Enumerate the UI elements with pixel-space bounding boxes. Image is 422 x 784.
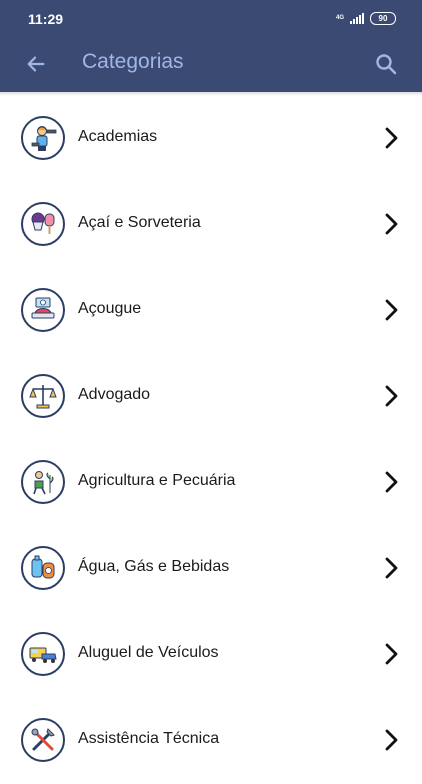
category-label: Advogado	[78, 386, 151, 403]
category-item[interactable]: Assistência Técnica	[0, 698, 422, 784]
app-bar: Categorias	[0, 36, 422, 92]
chevron-right-icon	[385, 643, 398, 665]
search-icon	[376, 54, 397, 75]
category-item[interactable]: Água, Gás e Bebidas	[0, 526, 422, 612]
status-time: 11:29	[28, 11, 64, 27]
gym-trainer-icon	[21, 116, 65, 160]
battery-icon: 90	[370, 11, 396, 25]
category-label: Agricultura e Pecuária	[78, 472, 236, 489]
tools-icon	[21, 718, 65, 762]
category-item[interactable]: Advogado	[0, 354, 422, 440]
category-label: Aluguel de Veículos	[78, 644, 219, 661]
category-item[interactable]: Agricultura e Pecuária	[0, 440, 422, 526]
category-label: Água, Gás e Bebidas	[78, 558, 230, 575]
chevron-right-icon	[385, 385, 398, 407]
ice-cream-icon	[21, 202, 65, 246]
farmer-icon	[21, 460, 65, 504]
butcher-scale-icon	[21, 288, 65, 332]
chevron-right-icon	[385, 213, 398, 235]
category-label: Assistência Técnica	[78, 730, 220, 747]
status-icons: 4G 90	[336, 10, 396, 26]
category-item[interactable]: Açaí e Sorveteria	[0, 182, 422, 268]
search-button[interactable]	[370, 48, 402, 80]
rental-vehicles-icon	[21, 632, 65, 676]
water-gas-icon	[21, 546, 65, 590]
arrow-back-icon	[27, 56, 45, 72]
category-label: Academias	[78, 128, 158, 145]
category-item[interactable]: Academias	[0, 96, 422, 182]
category-item[interactable]: Açougue	[0, 268, 422, 354]
back-button[interactable]	[20, 48, 52, 80]
network-type: 4G	[335, 15, 344, 21]
category-item[interactable]: Aluguel de Veículos	[0, 612, 422, 698]
chevron-right-icon	[385, 299, 398, 321]
chevron-right-icon	[385, 557, 398, 579]
category-label: Açaí e Sorveteria	[78, 214, 201, 231]
chevron-right-icon	[385, 729, 398, 751]
category-label: Açougue	[78, 300, 142, 317]
justice-scale-icon	[21, 374, 65, 418]
status-bar: 11:29 4G 90	[0, 0, 422, 36]
category-list: Academias Açaí e Sorveteria Açougue Advo…	[0, 96, 422, 784]
chevron-right-icon	[385, 127, 398, 149]
signal-icon	[350, 12, 364, 24]
chevron-right-icon	[385, 471, 398, 493]
page-title: Categorias	[82, 50, 184, 73]
